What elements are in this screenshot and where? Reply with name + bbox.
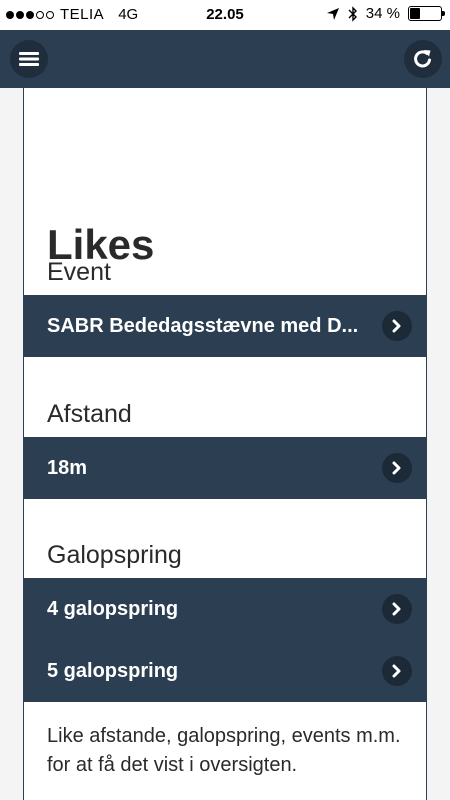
list-item-galopspring-2[interactable]: 5 galopspring <box>24 640 426 702</box>
list-item-label: SABR Bededagsstævne med D... <box>47 314 359 337</box>
app-bar <box>0 30 450 88</box>
section-label-event: Event <box>47 258 111 286</box>
chevron-right-icon[interactable] <box>382 453 412 483</box>
likes-card: Likes Event SABR Bededagsstævne med D...… <box>23 88 427 800</box>
list-item-afstand[interactable]: 18m <box>24 437 426 499</box>
battery-percent: 34 % <box>365 5 400 22</box>
refresh-icon <box>414 50 431 68</box>
status-bar: TELIA 4G 22.05 34 % <box>0 0 450 30</box>
chevron-right-icon[interactable] <box>382 311 412 341</box>
list-item-label: 5 galopspring <box>47 659 179 682</box>
list-item-label: 4 galopspring <box>47 597 179 620</box>
location-arrow-icon <box>326 7 339 20</box>
chevron-right-icon[interactable] <box>382 656 412 686</box>
chevron-right-icon[interactable] <box>382 594 412 624</box>
section-label-galopspring: Galopspring <box>47 541 182 569</box>
battery-level <box>410 8 420 19</box>
refresh-button[interactable] <box>404 40 442 78</box>
list-item-label: 18m <box>47 456 88 479</box>
section-label-afstand: Afstand <box>47 400 132 428</box>
menu-button[interactable] <box>10 40 48 78</box>
help-text: Like afstande, galopspring, events m.m. … <box>47 725 401 776</box>
list-item-event[interactable]: SABR Bededagsstævne med D... <box>24 295 426 357</box>
bluetooth-icon <box>348 5 357 22</box>
status-right: 34 % <box>326 5 445 22</box>
battery-icon <box>408 6 445 21</box>
hamburger-icon <box>19 52 39 66</box>
list-item-galopspring-1[interactable]: 4 galopspring <box>24 578 426 640</box>
